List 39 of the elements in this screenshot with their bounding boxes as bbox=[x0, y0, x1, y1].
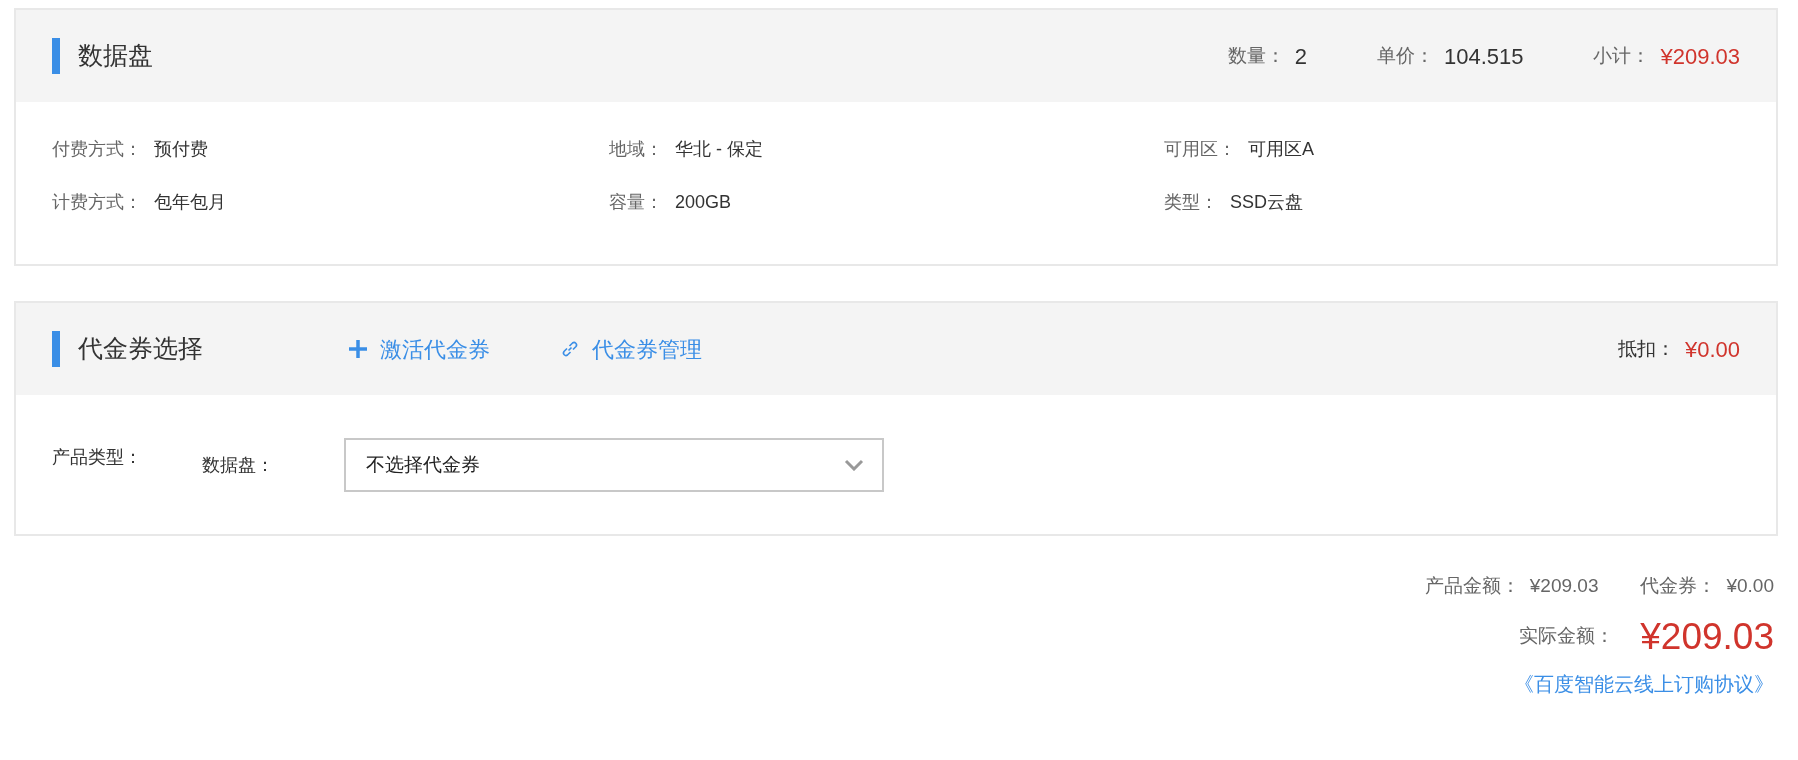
field-value: 华北 - 保定 bbox=[675, 138, 763, 161]
field-value: 200GB bbox=[675, 191, 732, 214]
total-value: ¥209.03 bbox=[1529, 574, 1599, 598]
summary-value: 104.515 bbox=[1443, 42, 1524, 71]
agreement-link[interactable]: 《百度智能云线上订购协议》 bbox=[1514, 668, 1774, 699]
field-label: 付费方式： bbox=[52, 138, 142, 161]
field-value: 包年包月 bbox=[154, 191, 226, 214]
accent-bar-icon bbox=[52, 38, 60, 74]
field-label: 可用区： bbox=[1164, 138, 1236, 161]
field-value: SSD云盘 bbox=[1230, 191, 1303, 214]
field-value: 可用区A bbox=[1248, 138, 1314, 161]
deduction-value: ¥0.00 bbox=[1684, 335, 1740, 364]
section-title: 代金券选择 bbox=[78, 333, 204, 365]
summary-value: 2 bbox=[1294, 42, 1307, 71]
voucher-select[interactable]: 不选择代金券 bbox=[344, 438, 884, 492]
accent-bar-icon bbox=[52, 331, 60, 367]
summary-value: ¥209.03 bbox=[1660, 42, 1740, 71]
field-label: 产品类型： bbox=[52, 446, 143, 469]
summary-label: 数量： bbox=[1227, 43, 1285, 68]
field-label: 地域： bbox=[609, 138, 663, 161]
total-value: ¥0.00 bbox=[1726, 574, 1774, 598]
field-value: 预付费 bbox=[154, 138, 208, 161]
summary-label: 单价： bbox=[1376, 43, 1434, 68]
summary-label: 小计： bbox=[1593, 43, 1651, 68]
actual-amount-value: ¥209.03 bbox=[1640, 614, 1774, 659]
section-title: 数据盘 bbox=[78, 40, 153, 72]
link-icon bbox=[560, 339, 580, 359]
chevron-down-icon bbox=[844, 459, 864, 471]
total-label: 产品金额： bbox=[1424, 574, 1520, 598]
voucher-manage-link[interactable]: 代金券管理 bbox=[560, 332, 702, 366]
total-label: 代金券： bbox=[1640, 574, 1717, 598]
field-label: 容量： bbox=[609, 191, 663, 214]
deduction-label: 抵扣： bbox=[1617, 336, 1675, 361]
field-label: 类型： bbox=[1164, 191, 1218, 214]
field-label: 计费方式： bbox=[52, 191, 142, 214]
field-label: 数据盘： bbox=[202, 453, 275, 477]
plus-icon bbox=[348, 339, 368, 359]
actual-amount-label: 实际金额： bbox=[1519, 624, 1615, 649]
activate-voucher-link[interactable]: 激活代金券 bbox=[348, 332, 490, 366]
